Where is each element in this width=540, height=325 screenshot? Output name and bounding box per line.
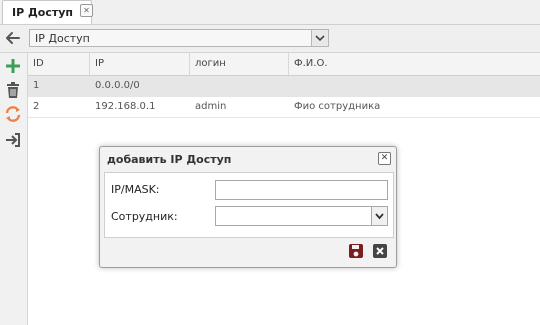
tab-label: IP Доступ bbox=[12, 6, 74, 19]
column-header-login[interactable]: логин bbox=[190, 53, 289, 75]
employee-select[interactable] bbox=[215, 206, 388, 226]
cell-ip: 192.168.0.1 bbox=[95, 101, 156, 112]
chevron-down-icon[interactable] bbox=[311, 30, 328, 46]
refresh-icon[interactable] bbox=[4, 105, 22, 123]
cell-fio bbox=[289, 76, 540, 96]
ipmask-label: IP/MASK: bbox=[111, 183, 160, 196]
cell-fio: Фио сотрудника bbox=[294, 101, 381, 112]
cell-id: 1 bbox=[33, 80, 40, 91]
section-select-value: IP Доступ bbox=[35, 32, 90, 45]
dialog-body: IP/MASK: Сотрудник: bbox=[104, 172, 394, 238]
dialog-title: добавить IP Доступ bbox=[107, 153, 232, 166]
chevron-down-icon[interactable] bbox=[371, 207, 387, 225]
trash-icon[interactable] bbox=[4, 81, 22, 99]
sign-in-icon[interactable] bbox=[4, 131, 22, 149]
action-toolbar bbox=[0, 53, 28, 325]
arrow-left-icon[interactable] bbox=[4, 29, 22, 47]
toolbar: IP Доступ bbox=[0, 25, 540, 53]
ipmask-input[interactable] bbox=[215, 180, 388, 200]
cell-login bbox=[190, 76, 289, 96]
add-ip-access-dialog: добавить IP Доступ ✕ IP/MASK: Сотрудник: bbox=[99, 146, 397, 268]
table-row[interactable]: 1 0.0.0.0/0 bbox=[28, 76, 540, 97]
close-icon[interactable]: ✕ bbox=[378, 152, 391, 165]
table-row[interactable]: 2 192.168.0.1 admin Фио сотрудника bbox=[28, 97, 540, 118]
column-header-id[interactable]: ID bbox=[28, 53, 90, 75]
grid-header: ID IP логин Ф.И.О. bbox=[28, 53, 540, 76]
close-icon[interactable] bbox=[372, 243, 388, 259]
cell-id: 2 bbox=[33, 101, 40, 112]
tab-close-icon[interactable]: ✕ bbox=[80, 4, 93, 17]
section-select[interactable]: IP Доступ bbox=[29, 29, 329, 47]
tab-ip-access[interactable]: IP Доступ ✕ bbox=[2, 0, 93, 24]
cell-ip: 0.0.0.0/0 bbox=[95, 80, 140, 91]
cell-login: admin bbox=[195, 101, 227, 112]
column-header-ip[interactable]: IP bbox=[90, 53, 190, 75]
floppy-icon[interactable] bbox=[348, 243, 364, 259]
tab-strip: IP Доступ ✕ bbox=[0, 0, 540, 25]
plus-icon[interactable] bbox=[4, 57, 22, 75]
column-header-fio[interactable]: Ф.И.О. bbox=[289, 53, 540, 75]
employee-label: Сотрудник: bbox=[111, 210, 178, 223]
